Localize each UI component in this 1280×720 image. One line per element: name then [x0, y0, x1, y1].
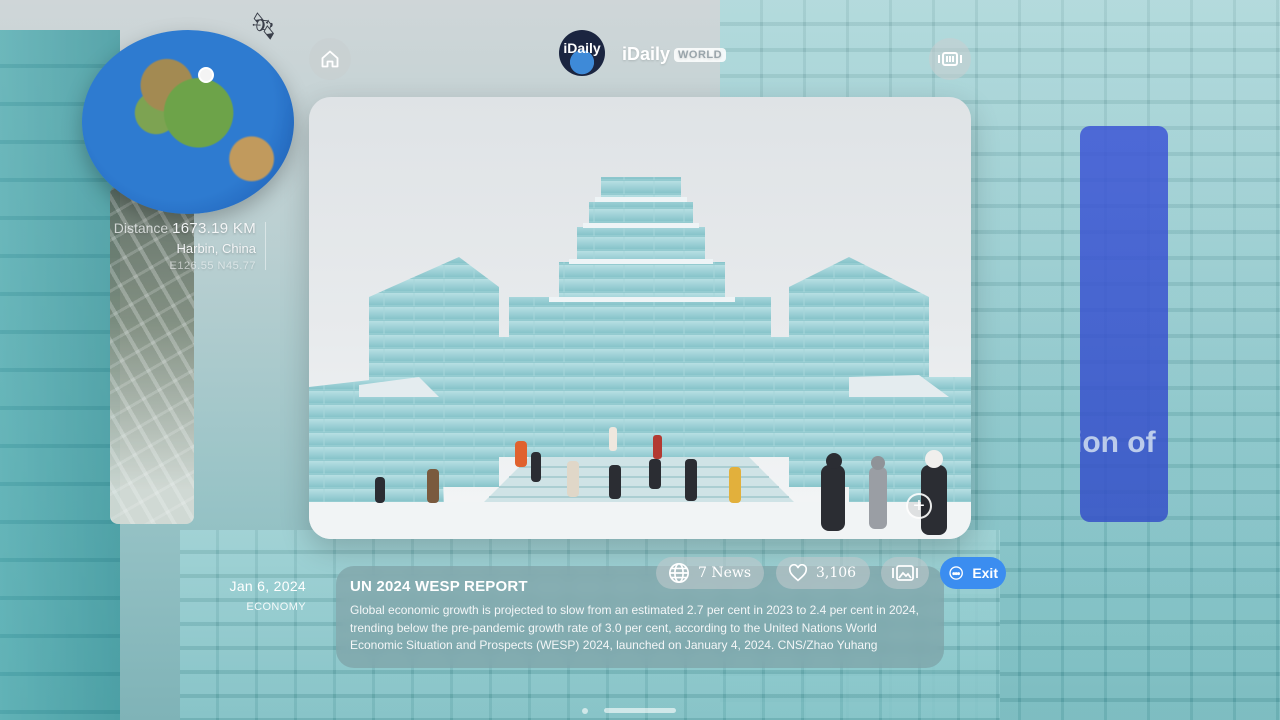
distance: Distance 1673.19 KM	[106, 220, 256, 237]
home-indicator[interactable]	[604, 708, 676, 713]
exit-icon	[949, 566, 963, 580]
satellite-icon: 🛰	[243, 7, 284, 46]
location-info: Distance 1673.19 KM Harbin, China E126.5…	[106, 220, 256, 272]
article-body: Global economic growth is projected to s…	[350, 603, 919, 652]
home-icon	[321, 50, 339, 68]
likes-count: 3,106	[816, 565, 857, 581]
distance-value: 1673.19 KM	[172, 220, 256, 237]
gallery-icon	[892, 565, 918, 581]
globe-icon	[669, 563, 689, 583]
zoom-icon: +	[913, 494, 925, 517]
earth-globe[interactable]	[82, 30, 294, 214]
banner-text: tion of	[1080, 426, 1156, 459]
gallery-button[interactable]	[881, 557, 929, 589]
brand-badge: WORLD	[674, 47, 727, 62]
news-photo[interactable]	[309, 97, 971, 539]
article-category: ECONOMY	[246, 601, 306, 613]
coordinates: E126.55 N45.77	[169, 260, 256, 272]
idaily-logo: iDaily	[559, 30, 605, 76]
news-label: 7 News	[698, 565, 752, 581]
zoom-button[interactable]: +	[906, 493, 932, 519]
heart-icon	[788, 564, 808, 582]
page-dot	[582, 708, 588, 714]
distance-label: Distance	[113, 220, 169, 236]
location-marker	[198, 67, 214, 83]
immersive-mode-button[interactable]	[929, 38, 971, 80]
home-button[interactable]	[309, 38, 351, 80]
background-banner: tion of	[1080, 126, 1168, 522]
brand: iDaily WORLD	[622, 44, 727, 65]
ice-palace-illustration	[309, 177, 971, 539]
brand-name: iDaily	[622, 44, 671, 64]
article-date: Jan 6, 2024	[229, 578, 306, 594]
location-divider	[265, 222, 266, 270]
exit-label: Exit	[972, 565, 998, 581]
like-button[interactable]: 3,106	[776, 557, 870, 589]
exit-button[interactable]: Exit	[940, 557, 1006, 589]
city-name: Harbin, China	[176, 241, 257, 256]
news-button[interactable]: 7 News	[656, 557, 764, 589]
immersive-mode-icon	[938, 52, 962, 66]
